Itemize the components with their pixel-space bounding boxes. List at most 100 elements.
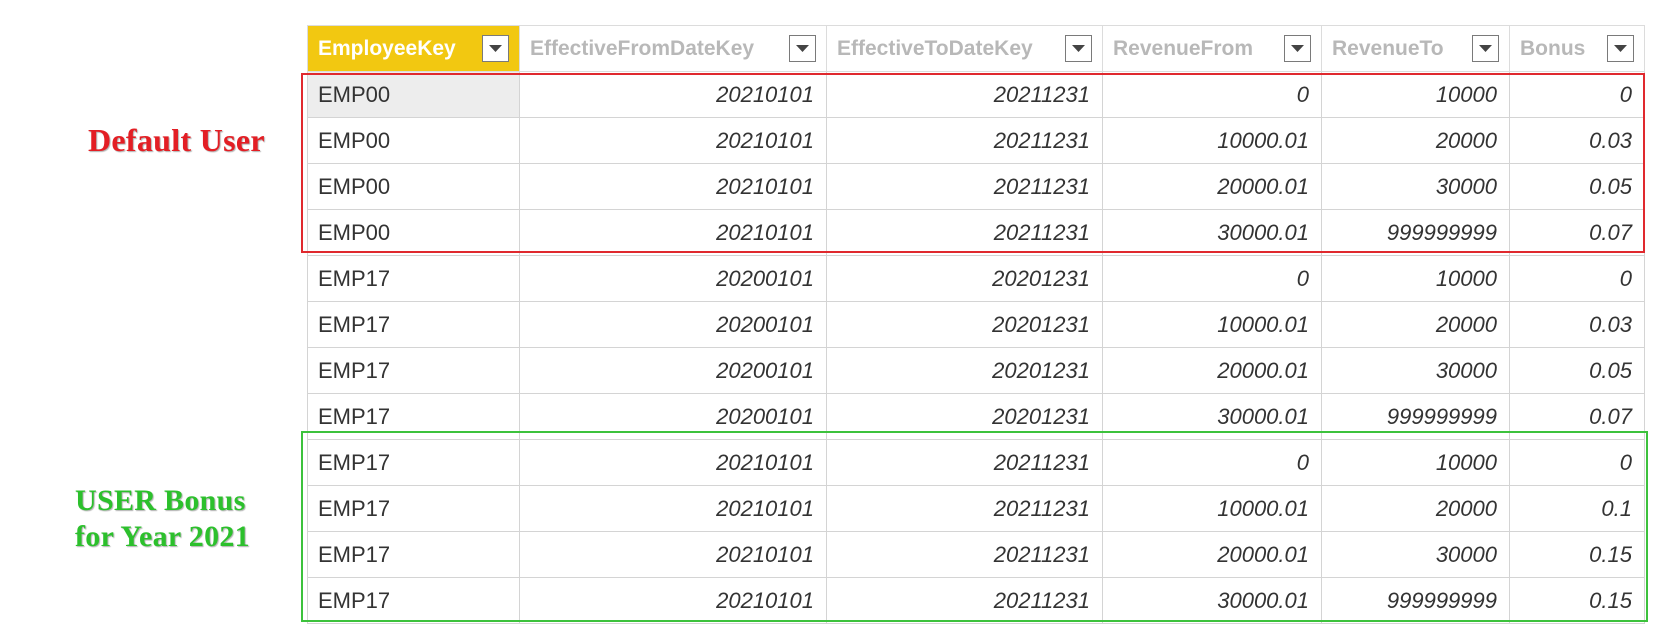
cell-revenue-from[interactable]: 20000.01 bbox=[1102, 347, 1322, 394]
cell-revenue-from[interactable]: 10000.01 bbox=[1102, 301, 1322, 348]
table-row[interactable]: EMP17 20200101 20201231 30000.01 9999999… bbox=[307, 393, 1645, 440]
cell-effective-from[interactable]: 20210101 bbox=[519, 209, 827, 256]
cell-effective-to[interactable]: 20211231 bbox=[826, 531, 1103, 578]
cell-employee-key[interactable]: EMP00 bbox=[307, 163, 520, 210]
cell-effective-from[interactable]: 20210101 bbox=[519, 439, 827, 486]
cell-revenue-from[interactable]: 20000.01 bbox=[1102, 531, 1322, 578]
cell-effective-from[interactable]: 20200101 bbox=[519, 301, 827, 348]
table-row[interactable]: EMP17 20210101 20211231 10000.01 20000 0… bbox=[307, 485, 1645, 532]
cell-revenue-to[interactable]: 30000 bbox=[1321, 163, 1510, 210]
table-row[interactable]: EMP00 20210101 20211231 30000.01 9999999… bbox=[307, 209, 1645, 256]
user-bonus-annotation: USER Bonus for Year 2021 bbox=[75, 483, 250, 555]
cell-effective-from[interactable]: 20200101 bbox=[519, 347, 827, 394]
table-row[interactable]: EMP17 20210101 20211231 0 10000 0 bbox=[307, 439, 1645, 486]
cell-effective-to[interactable]: 20211231 bbox=[826, 209, 1103, 256]
cell-effective-to[interactable]: 20211231 bbox=[826, 117, 1103, 164]
column-header-employeekey[interactable]: EmployeeKey bbox=[307, 25, 520, 72]
cell-effective-to[interactable]: 20201231 bbox=[826, 255, 1103, 302]
cell-effective-from[interactable]: 20210101 bbox=[519, 531, 827, 578]
cell-effective-to[interactable]: 20201231 bbox=[826, 347, 1103, 394]
cell-revenue-to[interactable]: 20000 bbox=[1321, 485, 1510, 532]
table-row[interactable]: EMP17 20210101 20211231 30000.01 9999999… bbox=[307, 577, 1645, 624]
cell-employee-key[interactable]: EMP17 bbox=[307, 347, 520, 394]
dropdown-arrow-icon[interactable] bbox=[1284, 35, 1311, 62]
dropdown-arrow-icon[interactable] bbox=[1472, 35, 1499, 62]
cell-revenue-from[interactable]: 30000.01 bbox=[1102, 577, 1322, 624]
cell-effective-to[interactable]: 20201231 bbox=[826, 393, 1103, 440]
cell-employee-key[interactable]: EMP17 bbox=[307, 393, 520, 440]
cell-effective-to[interactable]: 20211231 bbox=[826, 71, 1103, 118]
cell-bonus[interactable]: 0 bbox=[1509, 439, 1645, 486]
cell-employee-key[interactable]: EMP17 bbox=[307, 485, 520, 532]
cell-revenue-to[interactable]: 20000 bbox=[1321, 301, 1510, 348]
cell-bonus[interactable]: 0.07 bbox=[1509, 209, 1645, 256]
cell-revenue-from[interactable]: 30000.01 bbox=[1102, 209, 1322, 256]
column-header-revenueto[interactable]: RevenueTo bbox=[1321, 25, 1510, 72]
cell-revenue-from[interactable]: 0 bbox=[1102, 439, 1322, 486]
dropdown-arrow-icon[interactable] bbox=[482, 35, 509, 62]
cell-bonus[interactable]: 0.03 bbox=[1509, 301, 1645, 348]
dropdown-arrow-icon[interactable] bbox=[789, 35, 816, 62]
cell-effective-from[interactable]: 20210101 bbox=[519, 117, 827, 164]
cell-effective-from[interactable]: 20200101 bbox=[519, 393, 827, 440]
cell-bonus[interactable]: 0.07 bbox=[1509, 393, 1645, 440]
column-header-revenuefrom[interactable]: RevenueFrom bbox=[1102, 25, 1322, 72]
cell-revenue-to[interactable]: 30000 bbox=[1321, 531, 1510, 578]
cell-revenue-from[interactable]: 10000.01 bbox=[1102, 485, 1322, 532]
cell-effective-to[interactable]: 20211231 bbox=[826, 163, 1103, 210]
column-header-bonus[interactable]: Bonus bbox=[1509, 25, 1645, 72]
cell-revenue-from[interactable]: 10000.01 bbox=[1102, 117, 1322, 164]
table-row[interactable]: EMP17 20200101 20201231 20000.01 30000 0… bbox=[307, 347, 1645, 394]
cell-revenue-from[interactable]: 0 bbox=[1102, 255, 1322, 302]
table-row[interactable]: EMP00 20210101 20211231 0 10000 0 bbox=[307, 71, 1645, 118]
cell-employee-key[interactable]: EMP00 bbox=[307, 209, 520, 256]
table-row[interactable]: EMP00 20210101 20211231 20000.01 30000 0… bbox=[307, 163, 1645, 210]
cell-revenue-from[interactable]: 30000.01 bbox=[1102, 393, 1322, 440]
column-header-effectivetodatekey[interactable]: EffectiveToDateKey bbox=[826, 25, 1103, 72]
cell-effective-to[interactable]: 20201231 bbox=[826, 301, 1103, 348]
cell-bonus[interactable]: 0.15 bbox=[1509, 577, 1645, 624]
user-bonus-annotation-line1: USER Bonus bbox=[75, 484, 246, 517]
cell-effective-to[interactable]: 20211231 bbox=[826, 577, 1103, 624]
cell-revenue-from[interactable]: 20000.01 bbox=[1102, 163, 1322, 210]
cell-employee-key[interactable]: EMP17 bbox=[307, 439, 520, 486]
cell-bonus[interactable]: 0 bbox=[1509, 255, 1645, 302]
table-row[interactable]: EMP17 20200101 20201231 10000.01 20000 0… bbox=[307, 301, 1645, 348]
cell-employee-key[interactable]: EMP17 bbox=[307, 531, 520, 578]
cell-bonus[interactable]: 0 bbox=[1509, 71, 1645, 118]
data-grid: EmployeeKey EffectiveFromDateKey Effecti… bbox=[307, 25, 1645, 624]
cell-effective-from[interactable]: 20210101 bbox=[519, 577, 827, 624]
cell-revenue-to[interactable]: 999999999 bbox=[1321, 577, 1510, 624]
cell-revenue-from[interactable]: 0 bbox=[1102, 71, 1322, 118]
cell-revenue-to[interactable]: 10000 bbox=[1321, 439, 1510, 486]
default-user-annotation: Default User bbox=[88, 122, 265, 158]
cell-bonus[interactable]: 0.05 bbox=[1509, 347, 1645, 394]
dropdown-arrow-icon[interactable] bbox=[1065, 35, 1092, 62]
cell-employee-key[interactable]: EMP00 bbox=[307, 117, 520, 164]
cell-bonus[interactable]: 0.1 bbox=[1509, 485, 1645, 532]
cell-employee-key[interactable]: EMP17 bbox=[307, 255, 520, 302]
cell-bonus[interactable]: 0.15 bbox=[1509, 531, 1645, 578]
cell-employee-key[interactable]: EMP17 bbox=[307, 301, 520, 348]
cell-revenue-to[interactable]: 10000 bbox=[1321, 71, 1510, 118]
cell-revenue-to[interactable]: 20000 bbox=[1321, 117, 1510, 164]
cell-bonus[interactable]: 0.03 bbox=[1509, 117, 1645, 164]
cell-effective-from[interactable]: 20210101 bbox=[519, 71, 827, 118]
table-row[interactable]: EMP17 20210101 20211231 20000.01 30000 0… bbox=[307, 531, 1645, 578]
cell-employee-key[interactable]: EMP00 bbox=[307, 71, 520, 118]
cell-effective-from[interactable]: 20210101 bbox=[519, 485, 827, 532]
cell-revenue-to[interactable]: 10000 bbox=[1321, 255, 1510, 302]
cell-effective-to[interactable]: 20211231 bbox=[826, 439, 1103, 486]
cell-revenue-to[interactable]: 999999999 bbox=[1321, 393, 1510, 440]
cell-effective-from[interactable]: 20210101 bbox=[519, 163, 827, 210]
cell-employee-key[interactable]: EMP17 bbox=[307, 577, 520, 624]
cell-revenue-to[interactable]: 30000 bbox=[1321, 347, 1510, 394]
cell-revenue-to[interactable]: 999999999 bbox=[1321, 209, 1510, 256]
cell-effective-to[interactable]: 20211231 bbox=[826, 485, 1103, 532]
table-row[interactable]: EMP17 20200101 20201231 0 10000 0 bbox=[307, 255, 1645, 302]
table-row[interactable]: EMP00 20210101 20211231 10000.01 20000 0… bbox=[307, 117, 1645, 164]
cell-bonus[interactable]: 0.05 bbox=[1509, 163, 1645, 210]
dropdown-arrow-icon[interactable] bbox=[1607, 35, 1634, 62]
column-header-effectivefromdatekey[interactable]: EffectiveFromDateKey bbox=[519, 25, 827, 72]
cell-effective-from[interactable]: 20200101 bbox=[519, 255, 827, 302]
